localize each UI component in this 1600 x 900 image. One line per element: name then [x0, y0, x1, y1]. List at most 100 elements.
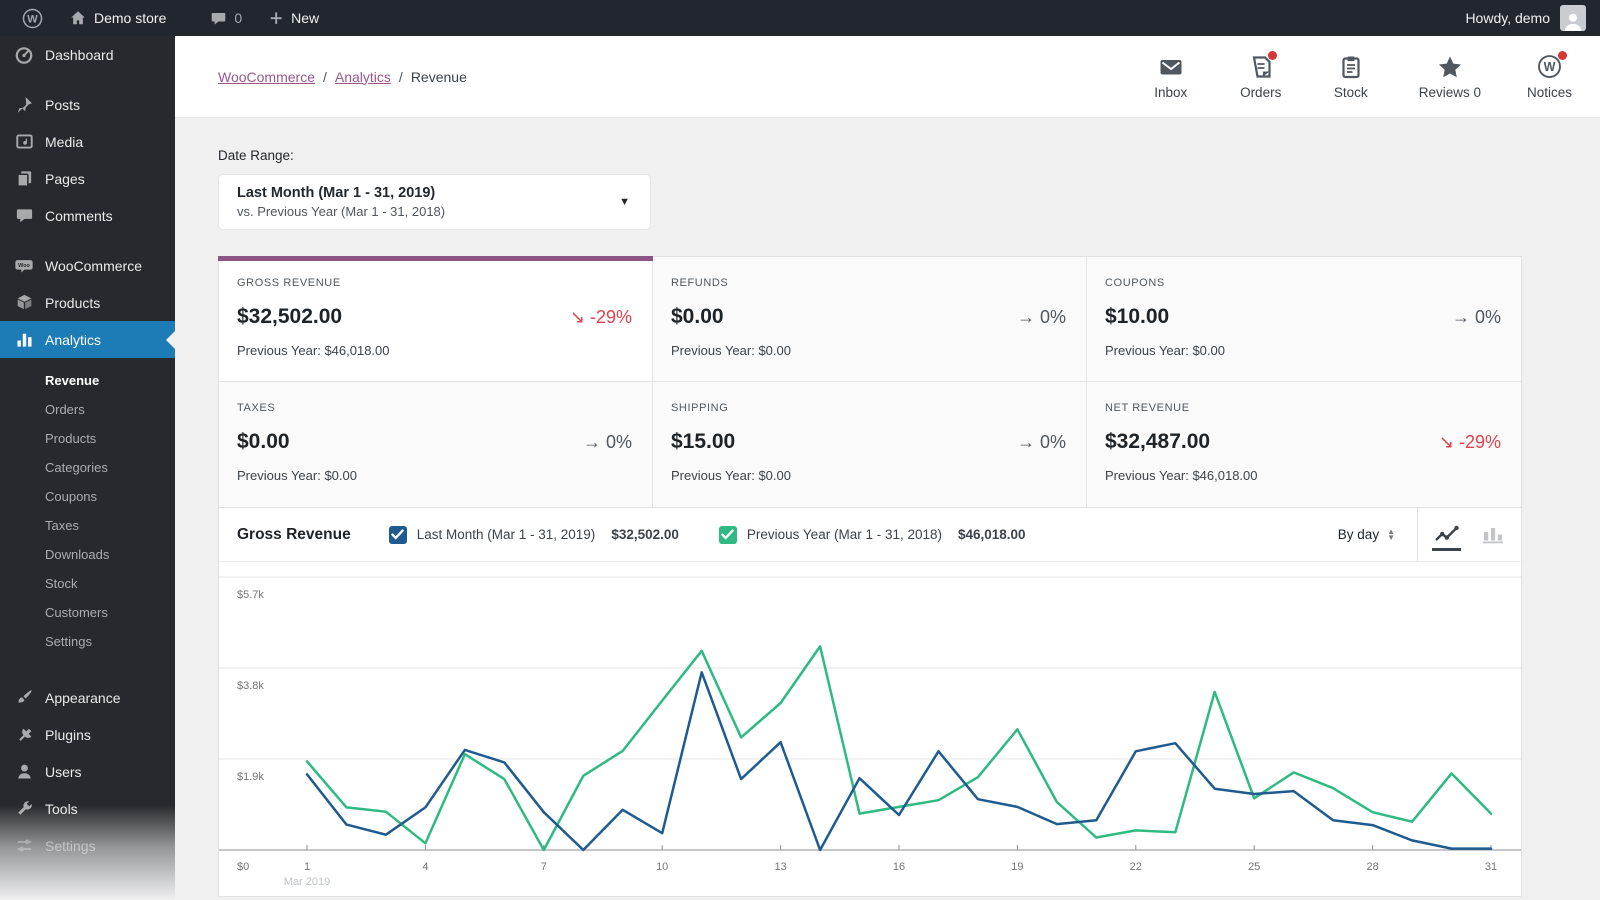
sidebar-item-label: Media — [45, 134, 83, 150]
legend-value: $46,018.00 — [958, 527, 1026, 542]
summary-card-change: → 0% — [1452, 307, 1501, 328]
new-label: New — [291, 10, 319, 26]
activity-label: Stock — [1334, 85, 1368, 100]
avatar[interactable] — [1560, 5, 1586, 31]
plus-icon — [268, 10, 284, 26]
sidebar-item-comments[interactable]: Comments — [0, 197, 175, 234]
x-tick-label: 31 — [1485, 861, 1497, 873]
trend-down-icon: ↘ — [1439, 432, 1454, 452]
activity-orders[interactable]: Orders — [1239, 54, 1283, 100]
summary-card-value: $15.00 — [671, 430, 735, 454]
date-range-dropdown[interactable]: Last Month (Mar 1 - 31, 2019) vs. Previo… — [218, 174, 651, 230]
summary-card-previous: Previous Year: $46,018.00 — [1105, 468, 1501, 483]
orders-icon — [1250, 54, 1272, 80]
submenu-item-downloads[interactable]: Downloads — [0, 540, 175, 569]
y-tick-label: $1.9k — [237, 771, 264, 783]
submenu-item-settings[interactable]: Settings — [0, 627, 175, 656]
x-tick-label: 22 — [1130, 861, 1142, 873]
submenu-item-categories[interactable]: Categories — [0, 453, 175, 482]
chart-legend: Last Month (Mar 1 - 31, 2019) $32,502.00… — [389, 526, 1026, 544]
submenu-item-customers[interactable]: Customers — [0, 598, 175, 627]
chevron-down-icon: ▼ — [619, 196, 630, 208]
submenu-item-taxes[interactable]: Taxes — [0, 511, 175, 540]
summary-card-change: → 0% — [583, 432, 632, 453]
breadcrumb-separator: / — [323, 69, 327, 85]
summary-card-previous: Previous Year: $0.00 — [671, 468, 1066, 483]
checkbox-checked-icon[interactable] — [719, 526, 737, 544]
submenu-item-revenue[interactable]: Revenue — [0, 366, 175, 395]
breadcrumb-analytics-link[interactable]: Analytics — [335, 69, 391, 85]
svg-text:W: W — [1544, 60, 1556, 74]
sort-arrows-icon: ▲▼ — [1387, 529, 1395, 540]
chart-type-toggle — [1417, 508, 1521, 562]
series-line-last-month-mar-1-31-2019 — [307, 672, 1491, 850]
x-tick-label: 28 — [1366, 861, 1378, 873]
sidebar-item-tools[interactable]: Tools — [0, 790, 175, 827]
sidebar-item-label: Comments — [45, 208, 113, 224]
sidebar-item-label: Analytics — [45, 332, 101, 348]
howdy-text[interactable]: Howdy, demo — [1465, 10, 1550, 26]
comments-count: 0 — [234, 10, 242, 26]
x-tick-label: 7 — [541, 861, 547, 873]
sidebar-item-media[interactable]: Media — [0, 123, 175, 160]
line-chart-toggle-button[interactable] — [1434, 525, 1459, 544]
sidebar-item-settings[interactable]: Settings — [0, 827, 175, 864]
comments-shortcut[interactable]: 0 — [198, 0, 254, 36]
x-tick-label: 4 — [422, 861, 428, 873]
new-content-button[interactable]: New — [256, 0, 331, 36]
sidebar-item-label: Plugins — [45, 727, 91, 743]
summary-card-shipping[interactable]: Shipping $15.00 → 0% Previous Year: $0.0… — [653, 382, 1087, 507]
activity-reviews-0[interactable]: Reviews 0 — [1419, 54, 1481, 100]
breadcrumb-woocommerce-link[interactable]: WooCommerce — [218, 69, 315, 85]
summary-card-coupons[interactable]: Coupons $10.00 → 0% Previous Year: $0.00 — [1087, 257, 1521, 382]
sidebar-item-label: Pages — [45, 171, 85, 187]
pages-icon — [14, 169, 34, 189]
summary-card-refunds[interactable]: Refunds $0.00 → 0% Previous Year: $0.00 — [653, 257, 1087, 382]
sidebar-item-posts[interactable]: Posts — [0, 86, 175, 123]
bar-chart-icon — [14, 330, 34, 350]
trend-flat-icon: → — [1452, 307, 1470, 327]
sidebar-item-dashboard[interactable]: Dashboard — [0, 36, 175, 73]
sidebar-item-woocommerce[interactable]: Woo WooCommerce — [0, 247, 175, 284]
summary-card-taxes[interactable]: Taxes $0.00 → 0% Previous Year: $0.00 — [219, 382, 653, 507]
submenu-item-products[interactable]: Products — [0, 424, 175, 453]
activity-stock[interactable]: Stock — [1329, 54, 1373, 100]
sidebar-item-label: Tools — [45, 801, 78, 817]
site-menu[interactable]: Demo store — [57, 0, 178, 36]
site-name: Demo store — [94, 10, 166, 26]
home-icon — [69, 9, 87, 27]
summary-card-net-revenue[interactable]: Net Revenue $32,487.00 ↘ -29% Previous Y… — [1087, 382, 1521, 507]
summary-card-label: Gross Revenue — [237, 277, 632, 289]
submenu-item-stock[interactable]: Stock — [0, 569, 175, 598]
legend-item-previous-year-mar-1-31-2018[interactable]: Previous Year (Mar 1 - 31, 2018) $46,018… — [719, 526, 1026, 544]
inbox-icon — [1158, 54, 1184, 80]
sidebar-item-analytics[interactable]: Analytics — [0, 321, 175, 358]
y-tick-label: $5.7k — [237, 589, 264, 601]
interval-select[interactable]: By day ▲▼ — [1338, 527, 1417, 542]
submenu-item-orders[interactable]: Orders — [0, 395, 175, 424]
admin-bar: W Demo store 0 New Howdy, demo — [0, 0, 1600, 36]
activity-inbox[interactable]: Inbox — [1149, 54, 1193, 100]
submenu-item-coupons[interactable]: Coupons — [0, 482, 175, 511]
comment-bubble-icon — [210, 10, 227, 27]
sidebar-item-plugins[interactable]: Plugins — [0, 716, 175, 753]
summary-grid: Gross Revenue $32,502.00 ↘ -29% Previous… — [218, 256, 1522, 508]
sidebar-item-appearance[interactable]: Appearance — [0, 679, 175, 716]
sidebar-item-users[interactable]: Users — [0, 753, 175, 790]
date-range-secondary: vs. Previous Year (Mar 1 - 31, 2018) — [237, 204, 445, 219]
wordpress-logo-menu[interactable]: W — [10, 0, 55, 36]
legend-label: Previous Year (Mar 1 - 31, 2018) — [747, 527, 942, 542]
bar-chart-toggle-button[interactable] — [1481, 525, 1505, 544]
legend-item-last-month-mar-1-31-2019[interactable]: Last Month (Mar 1 - 31, 2019) $32,502.00 — [389, 526, 679, 544]
sidebar-item-products[interactable]: Products — [0, 284, 175, 321]
y-tick-label: $0 — [237, 861, 249, 873]
summary-card-label: Shipping — [671, 402, 1066, 414]
checkbox-checked-icon[interactable] — [389, 526, 407, 544]
summary-card-gross-revenue[interactable]: Gross Revenue $32,502.00 ↘ -29% Previous… — [219, 257, 653, 382]
revenue-chart[interactable]: $0$1.9k$3.8k$5.7k1Mar 201947101316192225… — [219, 562, 1521, 896]
summary-card-change: ↘ -29% — [1439, 432, 1501, 453]
sidebar-item-pages[interactable]: Pages — [0, 160, 175, 197]
activity-notices[interactable]: W Notices — [1527, 54, 1572, 100]
sidebar: Dashboard Posts Media Pages Comments Woo… — [0, 36, 175, 900]
interval-value: By day — [1338, 527, 1379, 542]
